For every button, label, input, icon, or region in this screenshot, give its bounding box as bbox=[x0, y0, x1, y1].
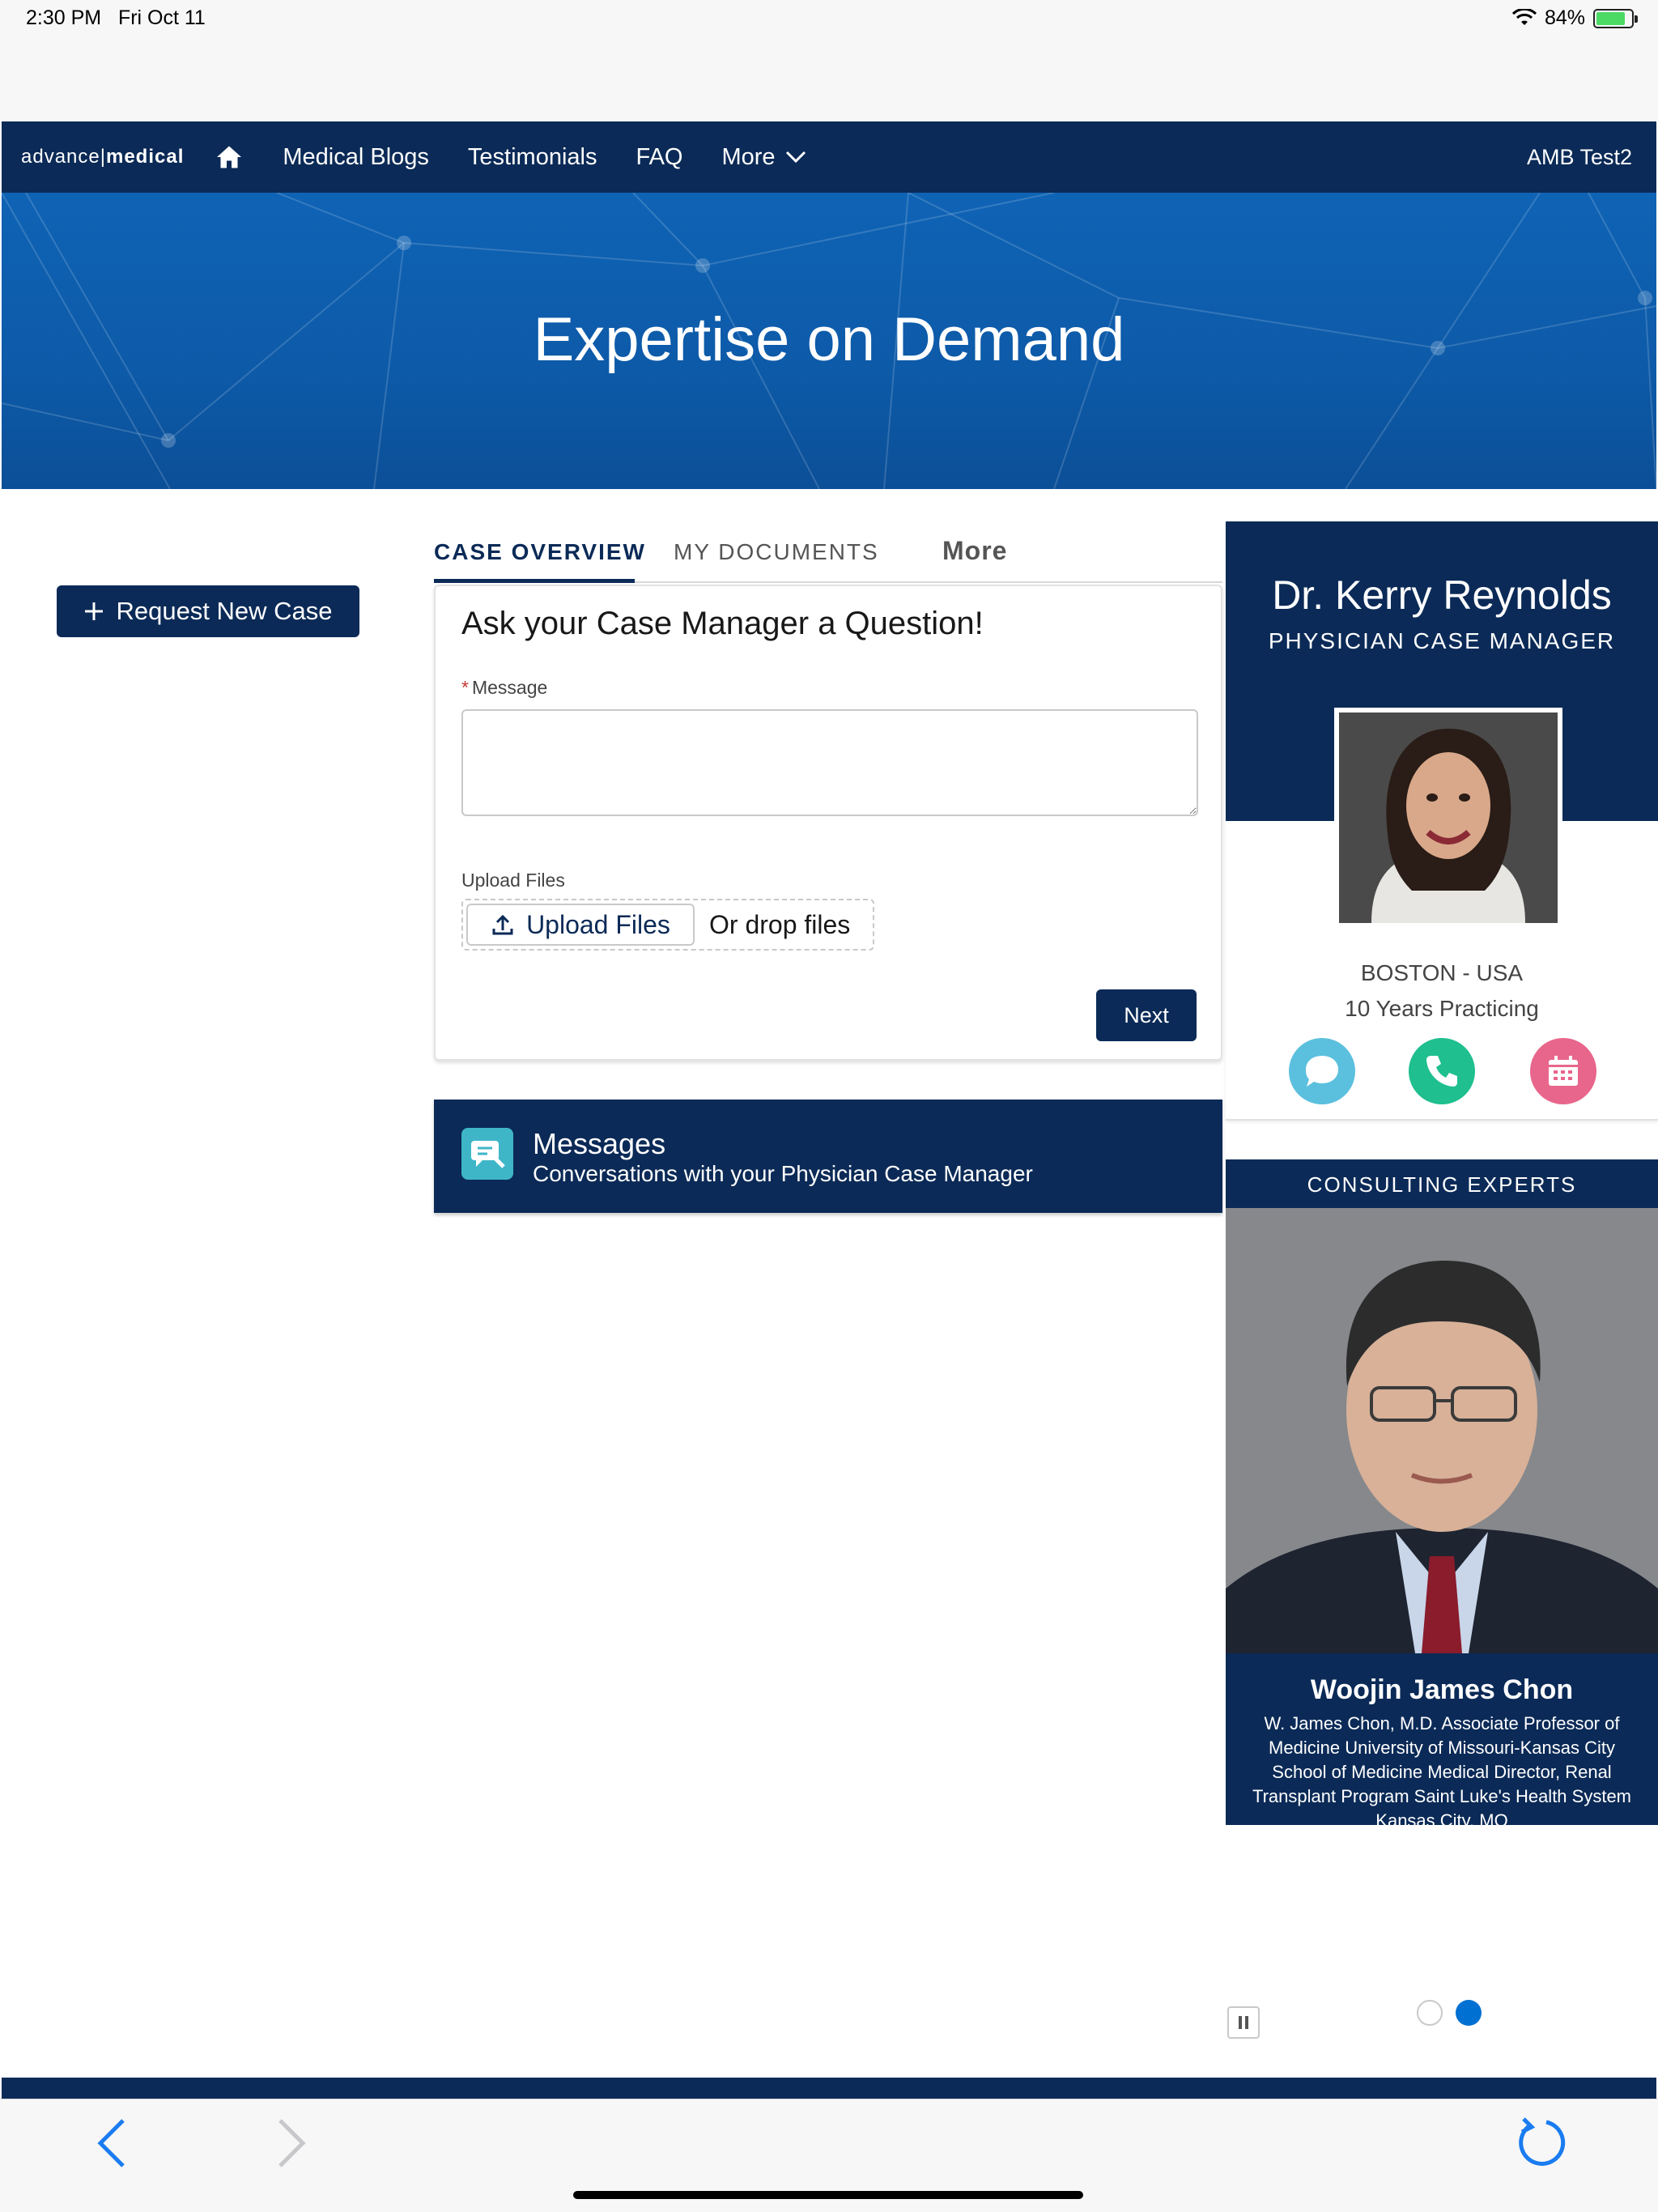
messages-title: Messages bbox=[533, 1127, 666, 1160]
carousel-dot-1[interactable] bbox=[1417, 2000, 1443, 2026]
expert-bio: W. James Chon, M.D. Associate Professor … bbox=[1252, 1713, 1632, 1825]
hero-title: Expertise on Demand bbox=[533, 305, 1125, 374]
chevron-down-icon bbox=[785, 151, 806, 164]
case-tabs: CASE OVERVIEW MY DOCUMENTS More bbox=[434, 533, 1222, 583]
battery-icon bbox=[1593, 8, 1638, 28]
plus-icon bbox=[85, 602, 104, 620]
form-title: Ask your Case Manager a Question! bbox=[461, 606, 984, 641]
message-label-text: Message bbox=[471, 677, 548, 698]
case-manager-experience: 10 Years Practicing bbox=[1345, 996, 1539, 1021]
top-nav: advance|medical Medical Blogs Testimonia… bbox=[2, 121, 1656, 193]
status-time-text: 2:30 PM bbox=[26, 6, 102, 29]
logo-right: medical bbox=[105, 146, 185, 168]
message-label: * Message bbox=[461, 677, 547, 699]
messages-panel[interactable]: Messages Conversations with your Physici… bbox=[434, 1100, 1222, 1213]
logo-left: advance bbox=[21, 146, 100, 168]
file-dropzone[interactable]: Upload Files Or drop files bbox=[461, 899, 874, 951]
next-button[interactable]: Next bbox=[1096, 989, 1197, 1041]
wifi-icon bbox=[1511, 8, 1537, 25]
carousel-dot-2[interactable] bbox=[1456, 2000, 1482, 2026]
carousel-pause-button[interactable] bbox=[1227, 2006, 1260, 2039]
forward-arrow-icon[interactable] bbox=[275, 2117, 308, 2169]
upload-icon bbox=[492, 914, 513, 935]
consulting-experts-carousel: CONSULTING EXPERTS Woojin James Chon W. … bbox=[1226, 1159, 1658, 1825]
expert-photo bbox=[1226, 1208, 1658, 1653]
status-date-text: Fri Oct 11 bbox=[117, 6, 206, 29]
message-input[interactable] bbox=[461, 709, 1198, 816]
reload-icon[interactable] bbox=[1514, 2114, 1571, 2171]
nav-more-label: More bbox=[721, 143, 776, 170]
hero-banner: Expertise on Demand bbox=[2, 193, 1656, 489]
case-manager-location: BOSTON - USA bbox=[1360, 960, 1524, 985]
nav-more-menu[interactable]: More bbox=[721, 144, 806, 171]
chat-icon[interactable] bbox=[1289, 1038, 1355, 1104]
phone-icon[interactable] bbox=[1409, 1038, 1475, 1104]
page-footer bbox=[2, 2078, 1656, 2099]
upload-files-label: Upload Files bbox=[461, 870, 565, 891]
home-icon[interactable] bbox=[215, 143, 244, 172]
request-new-case-label: Request New Case bbox=[116, 597, 333, 625]
status-indicators: 84% bbox=[1511, 6, 1638, 30]
upload-files-button[interactable]: Upload Files bbox=[466, 904, 695, 946]
battery-percent: 84% bbox=[1544, 6, 1585, 29]
calendar-icon[interactable] bbox=[1530, 1038, 1596, 1104]
required-marker: * bbox=[461, 677, 469, 698]
status-bar: 2:30 PM Fri Oct 11 84% bbox=[0, 0, 1658, 120]
request-new-case-button[interactable]: Request New Case bbox=[57, 585, 359, 637]
home-indicator[interactable] bbox=[573, 2191, 1083, 2199]
logo-sep: | bbox=[100, 146, 106, 168]
pause-icon bbox=[1239, 2016, 1248, 2029]
nav-faq[interactable]: FAQ bbox=[636, 144, 682, 171]
tab-more[interactable]: More bbox=[942, 536, 1007, 566]
chat-bubble-icon bbox=[461, 1128, 513, 1180]
tab-my-documents[interactable]: MY DOCUMENTS bbox=[674, 539, 879, 565]
tab-case-overview[interactable]: CASE OVERVIEW bbox=[434, 539, 646, 565]
expert-name: Woojin James Chon bbox=[1310, 1674, 1574, 1705]
logo[interactable]: advance|medical bbox=[21, 146, 184, 168]
case-manager-role: PHYSICIAN CASE MANAGER bbox=[1268, 628, 1616, 653]
messages-subtitle: Conversations with your Physician Case M… bbox=[533, 1161, 1033, 1186]
drop-files-text: Or drop files bbox=[709, 910, 851, 939]
nav-testimonials[interactable]: Testimonials bbox=[468, 144, 597, 171]
active-tab-indicator bbox=[434, 579, 635, 583]
status-time: 2:30 PM Fri Oct 11 bbox=[26, 6, 206, 30]
upload-files-button-label: Upload Files bbox=[526, 909, 670, 939]
case-manager-name: Dr. Kerry Reynolds bbox=[1272, 572, 1612, 618]
nav-medical-blogs[interactable]: Medical Blogs bbox=[283, 144, 429, 171]
question-form-card: Ask your Case Manager a Question! * Messa… bbox=[434, 585, 1222, 1061]
case-manager-card: Dr. Kerry Reynolds PHYSICIAN CASE MANAGE… bbox=[1226, 521, 1658, 1121]
user-menu[interactable]: AMB Test2 bbox=[1527, 145, 1632, 170]
case-manager-photo bbox=[1334, 708, 1562, 928]
back-arrow-icon[interactable] bbox=[96, 2117, 128, 2169]
experts-title: CONSULTING EXPERTS bbox=[1307, 1172, 1577, 1197]
